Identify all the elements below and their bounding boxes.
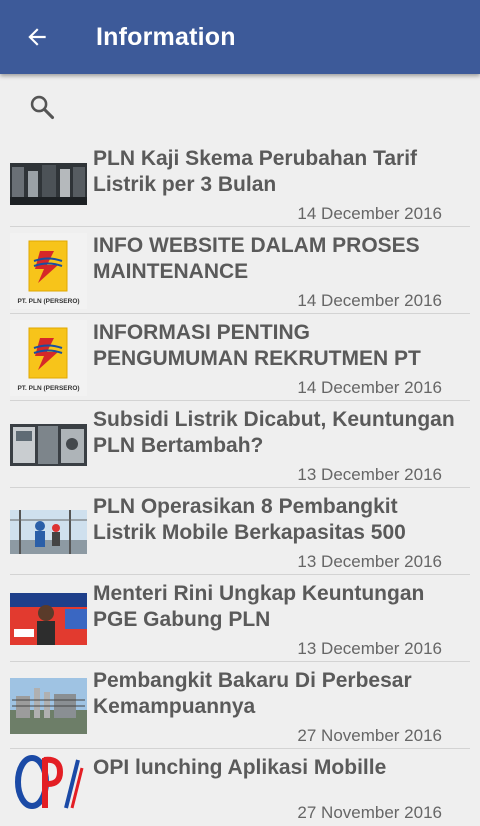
news-date: 14 December 2016	[297, 204, 442, 223]
news-title-line1: OPI lunching Aplikasi Mobille	[93, 756, 387, 779]
news-title-line2: Listrik per 3 Bulan	[93, 173, 277, 196]
search-icon[interactable]	[28, 93, 56, 121]
news-date: 14 December 2016	[297, 378, 442, 397]
news-date: 13 December 2016	[297, 639, 442, 658]
news-title-line1: Menteri Rini Ungkap Keuntungan	[93, 582, 425, 605]
news-title-line2: Listrik Mobile Berkapasitas 500	[93, 521, 406, 544]
list-item[interactable]: Subsidi Listrik Dicabut, Keuntungan PLN …	[10, 401, 470, 488]
news-title-line2: PGE Gabung PLN	[93, 608, 271, 631]
news-title-line1: Pembangkit Bakaru Di Perbesar	[93, 669, 412, 692]
news-title-line1: INFORMASI PENTING	[93, 321, 311, 344]
app-bar: Information	[0, 0, 480, 74]
news-title-line2: PENGUMUMAN REKRUTMEN PT	[93, 347, 421, 370]
news-title-line1: PLN Kaji Skema Perubahan Tarif	[93, 147, 418, 170]
news-date: 27 November 2016	[297, 803, 442, 822]
news-thumbnail: PT. PLN (PERSERO)	[10, 229, 87, 313]
news-title-line1: PLN Operasikan 8 Pembangkit	[93, 495, 398, 518]
news-thumbnail: PT. PLN (PERSERO)	[10, 316, 87, 400]
news-date: 14 December 2016	[297, 291, 442, 310]
news-thumbnail	[10, 664, 87, 748]
logo-caption: PT. PLN (PERSERO)	[17, 298, 79, 305]
search-bar[interactable]	[0, 74, 480, 140]
workers-photo	[10, 510, 87, 554]
news-title-line2: PLN Bertambah?	[93, 434, 264, 457]
speaker-photo	[10, 593, 87, 645]
news-list: PLN Kaji Skema Perubahan Tarif Listrik p…	[0, 140, 480, 822]
list-item[interactable]: PT. PLN (PERSERO) INFO WEBSITE DALAM PRO…	[10, 227, 470, 314]
list-item[interactable]: PLN Operasikan 8 Pembangkit Listrik Mobi…	[10, 488, 470, 575]
pln-logo: PT. PLN (PERSERO)	[10, 233, 87, 309]
news-date: 27 November 2016	[297, 726, 442, 745]
news-thumbnail	[10, 490, 87, 574]
news-title-line1: Subsidi Listrik Dicabut, Keuntungan	[93, 408, 455, 431]
opi-logo	[13, 752, 84, 812]
list-item[interactable]: Menteri Rini Ungkap Keuntungan PGE Gabun…	[10, 575, 470, 662]
list-item[interactable]: PT. PLN (PERSERO) INFORMASI PENTING PENG…	[10, 314, 470, 401]
power-plant-photo	[10, 678, 87, 734]
back-button[interactable]	[0, 0, 74, 74]
news-title-line2: Kemampuannya	[93, 695, 256, 718]
list-item[interactable]: Pembangkit Bakaru Di Perbesar Kemampuann…	[10, 662, 470, 749]
meters-photo	[10, 424, 87, 466]
news-thumbnail	[10, 577, 87, 661]
logo-caption: PT. PLN (PERSERO)	[17, 385, 79, 392]
news-thumbnail	[10, 403, 87, 487]
news-title-line1: INFO WEBSITE DALAM PROSES	[93, 234, 420, 257]
page-title: Information	[96, 22, 236, 51]
list-item[interactable]: OPI lunching Aplikasi Mobille 27 Novembe…	[10, 749, 470, 822]
news-thumbnail	[10, 142, 87, 226]
news-date: 13 December 2016	[297, 552, 442, 571]
news-thumbnail	[10, 751, 87, 813]
news-date: 13 December 2016	[297, 465, 442, 484]
pln-logo: PT. PLN (PERSERO)	[10, 320, 87, 396]
news-title-line2: MAINTENANCE	[93, 260, 249, 283]
list-item[interactable]: PLN Kaji Skema Perubahan Tarif Listrik p…	[10, 140, 470, 227]
machinery-photo	[10, 163, 87, 205]
arrow-left-icon	[28, 28, 46, 46]
